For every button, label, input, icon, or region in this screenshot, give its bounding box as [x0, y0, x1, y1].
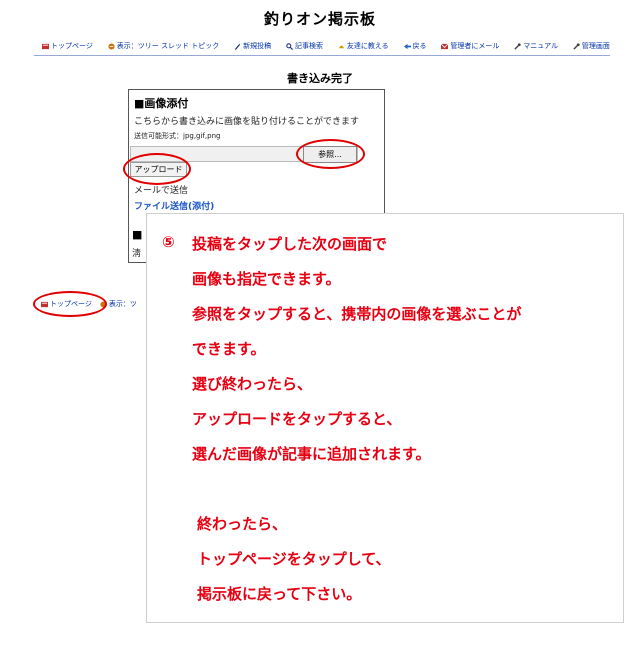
nav-top-page[interactable]: トップページ [42, 41, 93, 51]
nav-manual-label: マニュアル [523, 42, 559, 50]
callout-line-7: 選んだ画像が記事に追加されます。 [192, 445, 431, 463]
callout-line-6: アップロードをタップすると、 [192, 410, 402, 428]
nav-view-mode-label: 表示：ツリー スレッド トピック [116, 42, 220, 50]
nav-view-mode[interactable]: 表示：ツリー スレッド トピック [108, 41, 219, 51]
mail-send-label: メールで送信 [134, 186, 189, 196]
attach-heading: ■画像添付 [134, 97, 189, 110]
nav-top-page-label: トップページ [51, 42, 93, 50]
nav-admin-panel[interactable]: 管理画面 [573, 41, 610, 51]
attach-formats: 送信可能形式：jpg,gif,png [134, 132, 221, 140]
nav-back-label: 戻る [412, 42, 427, 50]
callout-line-5: 選び終わったら、 [192, 375, 313, 393]
panel-hidden-text: 淸 [132, 249, 142, 259]
nav-mail-admin[interactable]: 管理者にメール [441, 41, 499, 51]
back-icon [403, 43, 411, 49]
top-navbar: トップページ 表示：ツリー スレッド トピック 新規投稿 記事検索 友達に教える… [42, 41, 610, 51]
nav-new-post[interactable]: 新規投稿 [234, 41, 271, 51]
callout-line-8: 終わったら、 [197, 515, 288, 533]
callout-line-3: 参照をタップすると、携帯内の画像を選ぶことが [192, 305, 522, 323]
pencil-icon [234, 43, 241, 50]
callout-line-1: 投稿をタップした次の画面で [192, 235, 388, 253]
panel-hidden-heading: ■ [132, 228, 143, 241]
nav-back[interactable]: 戻る [403, 41, 427, 51]
arrows-icon [108, 42, 115, 50]
nav-admin-panel-label: 管理画面 [581, 42, 610, 50]
mail-icon [441, 43, 449, 49]
upload-highlight-oval [123, 153, 191, 185]
browse-highlight-oval [296, 139, 365, 169]
nav-search-label: 記事検索 [294, 42, 323, 50]
nav-tell-friend[interactable]: 友達に教える [338, 41, 389, 51]
nav-mail-admin-label: 管理者にメール [450, 42, 500, 50]
bottom-nav-view-label: 表示：ツ [108, 300, 137, 308]
nav-tell-friend-label: 友達に教える [346, 42, 389, 50]
callout-line-10: 掲示板に戻って下さい。 [197, 585, 362, 603]
site-title: 釣りオン掲示板 [263, 10, 376, 28]
nav-manual[interactable]: マニュアル [514, 41, 558, 51]
nav-search[interactable]: 記事検索 [286, 41, 323, 51]
callout-line-4: できます。 [192, 340, 266, 358]
top-page-highlight-oval [33, 291, 107, 317]
bell-icon [338, 45, 344, 48]
nav-new-post-label: 新規投稿 [243, 42, 272, 50]
nav-divider [34, 55, 610, 56]
step-number: ⑤ [162, 233, 175, 251]
book-icon [42, 43, 49, 49]
callout-line-2: 画像も指定できます。 [192, 270, 341, 288]
wrench-icon [573, 42, 580, 50]
file-send-link[interactable]: ファイル送信(添付) [134, 199, 214, 212]
callout-line-9: トップページをタップして、 [197, 550, 391, 568]
page-title: 書き込み完了 [287, 72, 353, 85]
wrench-icon [514, 42, 521, 50]
attach-description: こちらから書き込みに画像を貼り付けることができます [134, 117, 360, 127]
search-icon [286, 42, 293, 50]
